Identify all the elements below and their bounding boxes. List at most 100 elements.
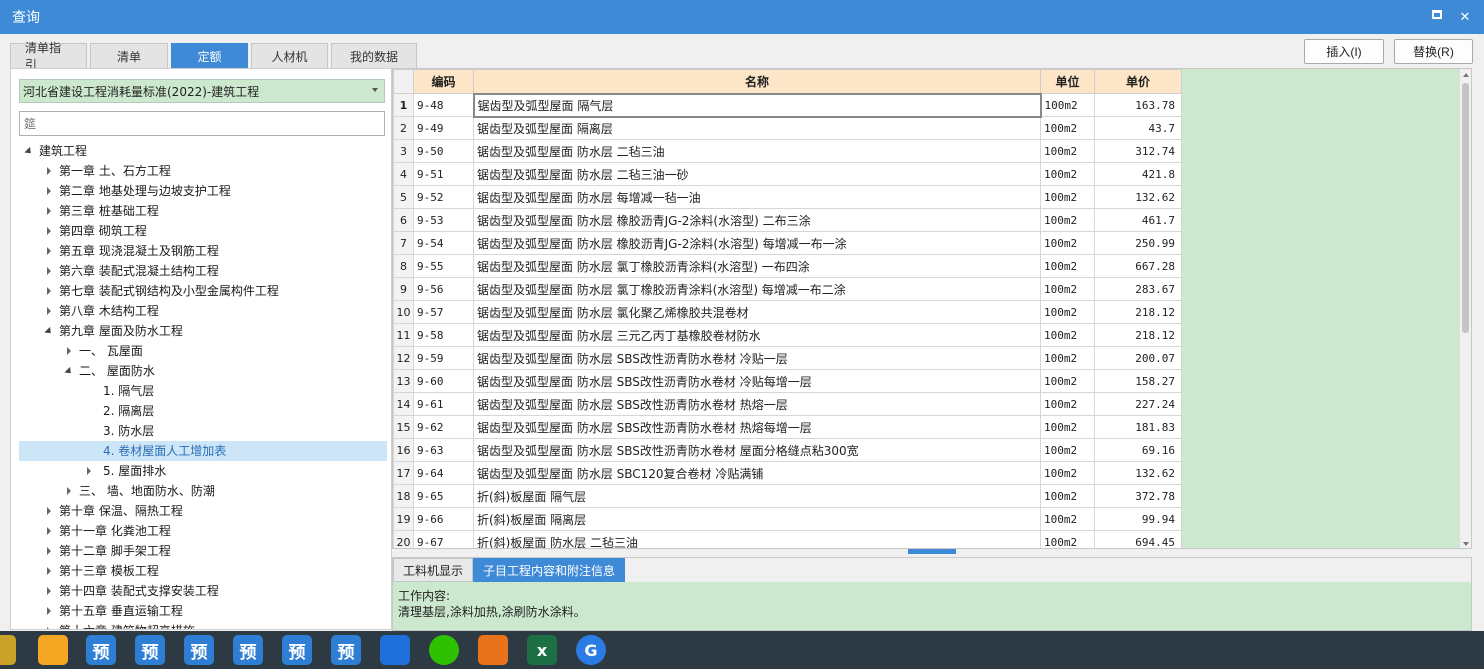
table-row[interactable]: 15 9-62 锯齿型及弧型屋面 防水层 SBS改性沥青防水卷材 热熔每增一层 100… — [393, 415, 1182, 439]
tree-item[interactable]: 第三章 桩基础工程 — [19, 201, 387, 221]
table-row[interactable]: 11 9-58 锯齿型及弧型屋面 防水层 三元乙丙丁基橡胶卷材防水 100m2 218.… — [393, 323, 1182, 347]
expand-right-icon[interactable] — [43, 261, 55, 281]
expand-right-icon[interactable] — [63, 481, 75, 501]
tree-item[interactable]: 1. 隔气层 — [19, 381, 387, 401]
scroll-thumb[interactable] — [1462, 83, 1469, 333]
orange-app-icon[interactable] — [478, 635, 508, 665]
tab-labor-material-machine[interactable]: 人材机 — [251, 43, 328, 69]
tree-item[interactable]: 2. 隔离层 — [19, 401, 387, 421]
expand-right-icon[interactable] — [43, 621, 55, 629]
table-row[interactable]: 2 9-49 锯齿型及弧型屋面 隔离层 100m2 43.7 — [393, 116, 1182, 140]
tree-item[interactable]: 一、 瓦屋面 — [19, 341, 387, 361]
tab-quota[interactable]: 定额 — [171, 43, 248, 69]
tree-item[interactable]: 第五章 现浇混凝土及钢筋工程 — [19, 241, 387, 261]
table-row[interactable]: 4 9-51 锯齿型及弧型屋面 防水层 二毡三油一砂 100m2 421.8 — [393, 162, 1182, 186]
tab-list-guide[interactable]: 清单指引 — [10, 41, 87, 72]
table-row[interactable]: 3 9-50 锯齿型及弧型屋面 防水层 二毡三油 100m2 312.74 — [393, 139, 1182, 163]
expand-right-icon[interactable] — [43, 541, 55, 561]
cloud-app-icon[interactable] — [38, 635, 68, 665]
app-icon[interactable] — [0, 635, 16, 665]
close-icon[interactable]: ✕ — [1458, 10, 1472, 25]
tree-item[interactable]: 三、 墙、地面防水、防潮 — [19, 481, 387, 501]
expand-right-icon[interactable] — [43, 281, 55, 301]
tree-item[interactable]: 第六章 装配式混凝土结构工程 — [19, 261, 387, 281]
expand-right-icon[interactable] — [43, 201, 55, 221]
table-row[interactable]: 6 9-53 锯齿型及弧型屋面 防水层 橡胶沥青JG-2涂料(水溶型) 二布三涂 10… — [393, 208, 1182, 232]
expand-right-icon[interactable] — [43, 161, 55, 181]
search-input[interactable] — [19, 111, 385, 136]
tree-item[interactable]: 第十章 保温、隔热工程 — [19, 501, 387, 521]
expand-right-icon[interactable] — [43, 301, 55, 321]
tab-work-content-notes[interactable]: 子目工程内容和附注信息 — [473, 558, 626, 582]
tree-item[interactable]: 第八章 木结构工程 — [19, 301, 387, 321]
tree-item[interactable]: 第四章 砌筑工程 — [19, 221, 387, 241]
tree-item[interactable]: 5. 屋面排水 — [19, 461, 387, 481]
table-row[interactable]: 8 9-55 锯齿型及弧型屋面 防水层 氯丁橡胶沥青涂料(水溶型) 一布四涂 100m… — [393, 254, 1182, 278]
expand-right-icon[interactable] — [43, 241, 55, 261]
table-row[interactable]: 7 9-54 锯齿型及弧型屋面 防水层 橡胶沥青JG-2涂料(水溶型) 每增减一布一… — [393, 231, 1182, 255]
wechat-icon[interactable] — [429, 635, 459, 665]
table-row[interactable]: 12 9-59 锯齿型及弧型屋面 防水层 SBS改性沥青防水卷材 冷贴一层 100m2… — [393, 346, 1182, 370]
expand-right-icon[interactable] — [43, 601, 55, 621]
tab-labor-material-display[interactable]: 工料机显示 — [393, 558, 474, 582]
expand-right-icon[interactable] — [43, 581, 55, 601]
tree-item[interactable]: 第十四章 装配式支撑安装工程 — [19, 581, 387, 601]
table-row[interactable]: 9 9-56 锯齿型及弧型屋面 防水层 氯丁橡胶沥青涂料(水溶型) 每增减一布二涂 1… — [393, 277, 1182, 301]
expand-right-icon[interactable] — [63, 341, 75, 361]
scroll-up-icon[interactable] — [1463, 73, 1469, 77]
table-row[interactable]: 16 9-63 锯齿型及弧型屋面 防水层 SBS改性沥青防水卷材 屋面分格缝点粘30… — [393, 438, 1182, 462]
price-column-header[interactable]: 单价 — [1094, 69, 1182, 94]
expand-right-icon[interactable] — [83, 461, 95, 481]
table-row[interactable]: 1 9-48 锯齿型及弧型屋面 隔气层 100m2 163.78 — [393, 92, 1182, 118]
expand-down-icon[interactable] — [63, 361, 75, 381]
table-row[interactable]: 14 9-61 锯齿型及弧型屋面 防水层 SBS改性沥青防水卷材 热熔一层 100m2… — [393, 392, 1182, 416]
expand-down-icon[interactable] — [43, 321, 55, 341]
table-row[interactable]: 10 9-57 锯齿型及弧型屋面 防水层 氯化聚乙烯橡胶共混卷材 100m2 218.1… — [393, 300, 1182, 324]
grid-scrollbar[interactable] — [1459, 69, 1471, 548]
send-app-icon[interactable] — [380, 635, 410, 665]
yu-app-icon[interactable]: 预 — [282, 635, 312, 665]
g-app-icon[interactable]: G — [576, 635, 606, 665]
yu-app-icon[interactable]: 预 — [184, 635, 214, 665]
yu-app-icon[interactable]: 预 — [331, 635, 361, 665]
tree-item[interactable]: 第十一章 化粪池工程 — [19, 521, 387, 541]
yu-app-icon[interactable]: 预 — [135, 635, 165, 665]
panel-splitter[interactable] — [392, 549, 1472, 557]
table-row[interactable]: 13 9-60 锯齿型及弧型屋面 防水层 SBS改性沥青防水卷材 冷贴每增一层 100… — [393, 369, 1182, 393]
insert-button[interactable]: 插入(I) — [1304, 39, 1384, 64]
tree-item[interactable]: 第七章 装配式钢结构及小型金属构件工程 — [19, 281, 387, 301]
unit-column-header[interactable]: 单位 — [1040, 69, 1095, 94]
tree-item[interactable]: 第十二章 脚手架工程 — [19, 541, 387, 561]
excel-icon[interactable]: x — [527, 635, 557, 665]
table-row[interactable]: 18 9-65 折(斜)板屋面 隔气层 100m2 372.78 — [393, 484, 1182, 508]
expand-right-icon[interactable] — [43, 221, 55, 241]
table-row[interactable]: 19 9-66 折(斜)板屋面 隔离层 100m2 99.94 — [393, 507, 1182, 531]
expand-down-icon[interactable] — [23, 141, 35, 161]
expand-right-icon[interactable] — [43, 501, 55, 521]
yu-app-icon[interactable]: 预 — [233, 635, 263, 665]
expand-right-icon[interactable] — [43, 561, 55, 581]
tree-item[interactable]: 第十三章 模板工程 — [19, 561, 387, 581]
table-row[interactable]: 17 9-64 锯齿型及弧型屋面 防水层 SBC120复合卷材 冷贴满铺 100m2 1… — [393, 461, 1182, 485]
tree-item[interactable]: 建筑工程 — [19, 141, 387, 161]
library-select[interactable]: 河北省建设工程消耗量标准(2022)-建筑工程 — [19, 79, 385, 103]
replace-button[interactable]: 替换(R) — [1394, 39, 1473, 64]
splitter-handle[interactable] — [908, 549, 956, 554]
expand-right-icon[interactable] — [43, 181, 55, 201]
tree-item[interactable]: 第九章 屋面及防水工程 — [19, 321, 387, 341]
name-column-header[interactable]: 名称 — [473, 69, 1041, 94]
tree-item[interactable]: 3. 防水层 — [19, 421, 387, 441]
table-row[interactable]: 5 9-52 锯齿型及弧型屋面 防水层 每增减一毡一油 100m2 132.62 — [393, 185, 1182, 209]
tree-item[interactable]: 第十五章 垂直运输工程 — [19, 601, 387, 621]
tab-list[interactable]: 清单 — [90, 43, 168, 69]
expand-right-icon[interactable] — [43, 521, 55, 541]
scroll-down-icon[interactable] — [1463, 542, 1469, 546]
table-row[interactable]: 20 9-67 折(斜)板屋面 防水层 二毡三油 100m2 694.45 — [393, 530, 1182, 548]
code-column-header[interactable]: 编码 — [413, 69, 474, 94]
yu-app-icon[interactable]: 预 — [86, 635, 116, 665]
tab-my-data[interactable]: 我的数据 — [331, 43, 417, 69]
tree-item[interactable]: 二、 屋面防水 — [19, 361, 387, 381]
tree-item[interactable]: 第十六章 建筑物超高措施 — [19, 621, 387, 629]
tree-item[interactable]: 第二章 地基处理与边坡支护工程 — [19, 181, 387, 201]
tree-item[interactable]: 4. 卷材屋面人工增加表 — [19, 441, 387, 461]
